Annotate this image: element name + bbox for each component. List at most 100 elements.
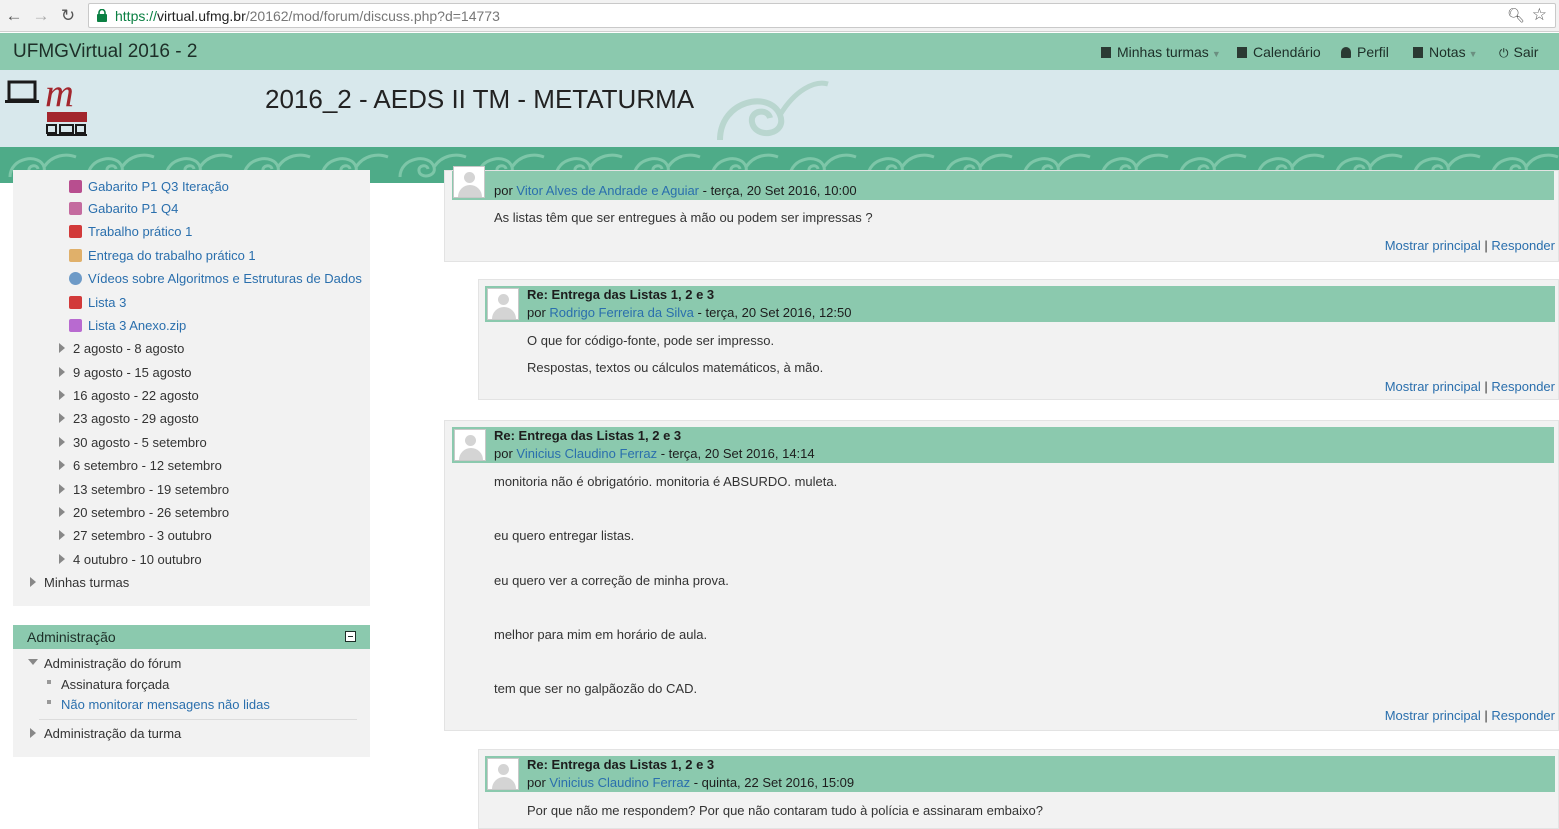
back-icon[interactable]: ← xyxy=(3,5,25,27)
avatar[interactable] xyxy=(487,758,519,790)
nav-week[interactable]: 13 setembro - 19 setembro xyxy=(73,482,229,497)
nav-week[interactable]: 4 outubro - 10 outubro xyxy=(73,552,202,567)
browser-toolbar: ← → ↻ https://virtual.ufmg.br/20162/mod/… xyxy=(0,0,1559,32)
calendar-icon xyxy=(1237,47,1247,58)
nav-file-entrega-trabalho[interactable]: Entrega do trabalho prático 1 xyxy=(88,248,256,263)
collapse-block-icon[interactable] xyxy=(345,631,356,642)
nav-week[interactable]: 20 setembro - 26 setembro xyxy=(73,505,229,520)
expand-arrow-icon[interactable] xyxy=(59,484,65,494)
collapse-arrow-icon[interactable] xyxy=(28,659,38,665)
avatar[interactable] xyxy=(453,166,485,198)
reload-icon[interactable]: ↻ xyxy=(57,5,79,27)
course-header: m 2016_2 - AEDS II TM - METATURMA xyxy=(0,70,1559,147)
expand-arrow-icon[interactable] xyxy=(59,507,65,517)
admin-course-administration[interactable]: Administração da turma xyxy=(44,726,181,741)
show-parent-link[interactable]: Mostrar principal xyxy=(1385,379,1481,394)
nav-file-trabalho-pratico-1[interactable]: Trabalho prático 1 xyxy=(88,224,192,239)
expand-arrow-icon[interactable] xyxy=(59,343,65,353)
nav-file-lista-3-anexo[interactable]: Lista 3 Anexo.zip xyxy=(88,318,186,333)
forum-post: Re: Entrega das Listas 1, 2 e 3 por Vini… xyxy=(478,749,1559,829)
nav-file-gabarito-p1-q3[interactable]: Gabarito P1 Q3 Iteração xyxy=(88,179,229,194)
expand-arrow-icon[interactable] xyxy=(59,530,65,540)
assignment-icon xyxy=(69,249,82,262)
post-subject: Re: Entrega das Listas 1, 2 e 3 xyxy=(527,287,715,302)
post-text: eu quero entregar listas. xyxy=(494,528,635,543)
expand-arrow-icon[interactable] xyxy=(59,390,65,400)
post-text: Por que não me respondem? Por que não co… xyxy=(527,803,1043,818)
nav-notas[interactable]: Notas ▼ xyxy=(1413,44,1478,60)
expand-arrow-icon[interactable] xyxy=(59,413,65,423)
administration-title: Administração xyxy=(27,629,116,645)
avatar[interactable] xyxy=(487,288,519,320)
header-ornament xyxy=(717,80,829,141)
avatar[interactable] xyxy=(454,429,486,461)
reply-link[interactable]: Responder xyxy=(1491,708,1555,723)
bullet-icon xyxy=(47,700,51,704)
forward-icon[interactable]: → xyxy=(30,5,52,27)
forum-post: Re: Entrega das Listas 1, 2 e 3 por Rodr… xyxy=(478,279,1559,400)
post-byline: por Vinicius Claudino Ferraz - quinta, 2… xyxy=(527,775,855,790)
forum-post: Re: Entrega das Listas 1, 2 e 3 por Vini… xyxy=(444,420,1559,731)
post-subject: Re: Entrega das Listas 1, 2 e 3 xyxy=(494,428,682,443)
author-link[interactable]: Vinicius Claudino Ferraz xyxy=(516,446,657,461)
nav-week[interactable]: 30 agosto - 5 setembro xyxy=(73,435,207,450)
show-parent-link[interactable]: Mostrar principal xyxy=(1385,708,1481,723)
site-name[interactable]: UFMGVirtual 2016 - 2 xyxy=(13,41,197,63)
url-text: https://virtual.ufmg.br/20162/mod/forum/… xyxy=(115,8,500,24)
author-link[interactable]: Vinicius Claudino Ferraz xyxy=(549,775,690,790)
zip-icon xyxy=(69,319,82,332)
post-text: tem que ser no galpãozão do CAD. xyxy=(494,681,698,696)
post-byline: por Vinicius Claudino Ferraz - terça, 20… xyxy=(494,446,815,461)
nav-perfil[interactable]: Perfil xyxy=(1341,44,1389,60)
post-commands: Mostrar principal | Responder xyxy=(1384,379,1555,394)
expand-arrow-icon[interactable] xyxy=(59,460,65,470)
ufmg-virtual-logo[interactable]: m xyxy=(5,76,95,144)
nav-week[interactable]: 27 setembro - 3 outubro xyxy=(73,528,212,543)
nav-file-gabarito-p1-q4[interactable]: Gabarito P1 Q4 xyxy=(88,201,178,216)
expand-arrow-icon[interactable] xyxy=(30,577,36,587)
reply-link[interactable]: Responder xyxy=(1491,379,1555,394)
caret-down-icon: ▼ xyxy=(1211,49,1221,59)
post-text: eu quero ver a correção de minha prova. xyxy=(494,573,729,588)
author-link[interactable]: Vitor Alves de Andrade e Aguiar xyxy=(516,183,699,198)
lock-icon xyxy=(97,9,107,22)
nav-week[interactable]: 9 agosto - 15 agosto xyxy=(73,365,192,380)
expand-arrow-icon[interactable] xyxy=(30,728,36,738)
reply-link[interactable]: Responder xyxy=(1491,238,1555,253)
svg-text:m: m xyxy=(45,76,74,115)
nav-calendario[interactable]: Calendário xyxy=(1237,44,1321,60)
post-text: As listas têm que ser entregues à mão ou… xyxy=(494,210,873,225)
nav-week[interactable]: 6 setembro - 12 setembro xyxy=(73,458,222,473)
nav-week[interactable]: 2 agosto - 8 agosto xyxy=(73,341,184,356)
post-byline: por Rodrigo Ferreira da Silva - terça, 2… xyxy=(527,305,852,320)
expand-arrow-icon[interactable] xyxy=(59,437,65,447)
author-link[interactable]: Rodrigo Ferreira da Silva xyxy=(549,305,694,320)
expand-arrow-icon[interactable] xyxy=(59,554,65,564)
bookmark-star-icon[interactable]: ☆ xyxy=(1532,5,1547,25)
grades-icon xyxy=(1413,47,1423,58)
nav-week[interactable]: 16 agosto - 22 agosto xyxy=(73,388,199,403)
post-text: O que for código-fonte, pode ser impress… xyxy=(527,333,775,348)
nav-sair[interactable]: ⏻ Sair xyxy=(1499,44,1538,61)
pdf-icon xyxy=(69,225,82,238)
nav-minhas-turmas[interactable]: Minhas turmas ▼ xyxy=(1101,44,1221,60)
user-icon xyxy=(1341,47,1351,58)
nav-file-lista-3[interactable]: Lista 3 xyxy=(88,295,126,310)
post-subject: Re: Entrega das Listas 1, 2 e 3 xyxy=(527,757,715,772)
admin-forum-administration[interactable]: Administração do fórum xyxy=(44,656,181,671)
nav-file-videos[interactable]: Vídeos sobre Algoritmos e Estruturas de … xyxy=(88,271,362,286)
book-icon xyxy=(1101,47,1111,58)
show-parent-link[interactable]: Mostrar principal xyxy=(1385,238,1481,253)
admin-dont-track-unread[interactable]: Não monitorar mensagens não lidas xyxy=(61,697,270,712)
nav-week[interactable]: 23 agosto - 29 agosto xyxy=(73,411,199,426)
zoom-icon[interactable]: 🔍︎ xyxy=(1507,7,1525,24)
post-text: Respostas, textos ou cálculos matemático… xyxy=(527,360,824,375)
nav-minhas-turmas-tree[interactable]: Minhas turmas xyxy=(44,575,129,590)
pdf-icon xyxy=(69,202,82,215)
admin-forced-subscription: Assinatura forçada xyxy=(61,677,170,692)
expand-arrow-icon[interactable] xyxy=(59,367,65,377)
caret-down-icon: ▼ xyxy=(1468,49,1478,59)
pdf-icon xyxy=(69,296,82,309)
address-bar[interactable]: https://virtual.ufmg.br/20162/mod/forum/… xyxy=(88,3,1556,28)
top-navbar: UFMGVirtual 2016 - 2 Minhas turmas ▼ Cale… xyxy=(0,33,1559,70)
